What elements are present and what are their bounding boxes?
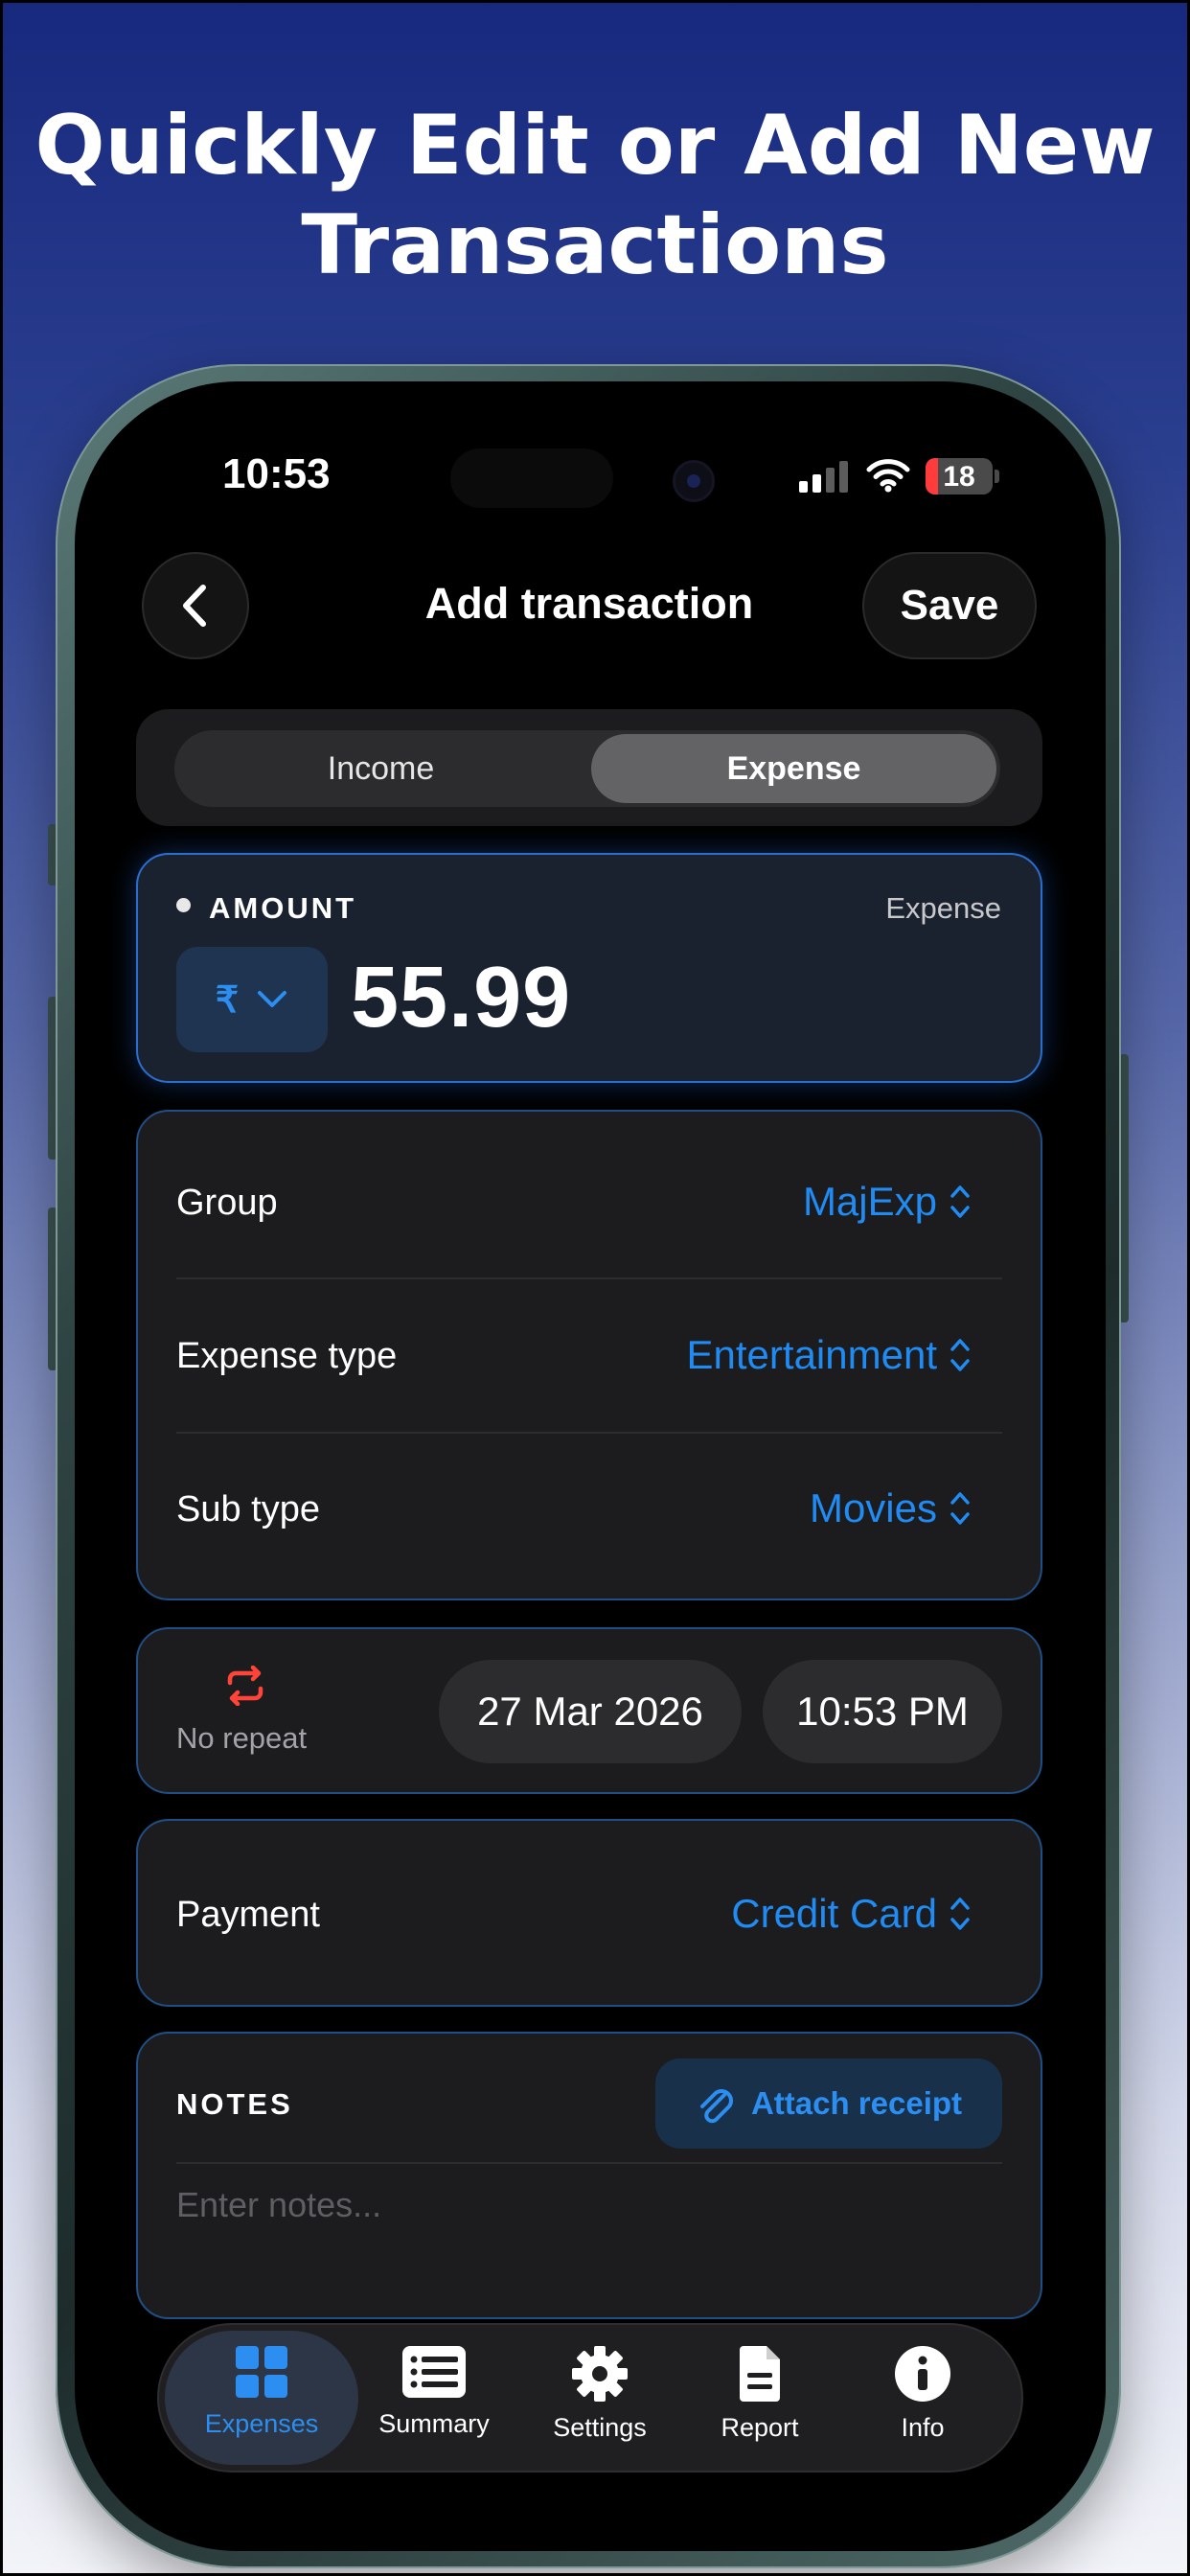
grid-icon xyxy=(236,2346,287,2398)
status-time: 10:53 xyxy=(222,450,331,497)
sub-type-label: Sub type xyxy=(176,1489,320,1530)
repeat-icon xyxy=(227,1666,263,1706)
info-icon xyxy=(895,2346,950,2402)
tab-expenses-label: Expenses xyxy=(204,2409,319,2438)
battery-cap xyxy=(995,470,999,483)
tab-settings[interactable]: Settings xyxy=(518,2344,681,2459)
gear-icon xyxy=(572,2346,628,2402)
segment-income[interactable]: Income xyxy=(178,734,584,803)
battery-level: 18 xyxy=(943,461,975,493)
tab-settings-label: Settings xyxy=(553,2413,647,2442)
attach-receipt-button[interactable]: Attach receipt xyxy=(655,2058,1002,2149)
payment-picker[interactable]: Credit Card xyxy=(731,1891,972,1937)
tab-expenses[interactable]: Expenses xyxy=(180,2344,343,2459)
chevron-left-icon xyxy=(183,585,206,627)
headline: Quickly Edit or Add New Transactions xyxy=(0,96,1190,295)
expense-type-label: Expense type xyxy=(176,1336,398,1376)
list-icon xyxy=(402,2346,466,2398)
expense-type-value: Entertainment xyxy=(686,1332,937,1377)
save-button[interactable]: Save xyxy=(862,552,1037,659)
sub-type-picker[interactable]: Movies xyxy=(810,1485,972,1531)
dynamic-island xyxy=(450,448,613,508)
divider xyxy=(176,1277,1002,1279)
battery-icon: 18 xyxy=(926,458,993,494)
paperclip-icon xyxy=(699,2089,733,2124)
expense-type-picker[interactable]: Entertainment xyxy=(687,1332,972,1378)
notes-input[interactable]: Enter notes... xyxy=(176,2185,1002,2225)
currency-picker[interactable]: ₹ xyxy=(176,947,328,1052)
chevron-up-down-icon xyxy=(950,1185,970,1218)
back-button[interactable] xyxy=(142,552,249,659)
headline-line-1: Quickly Edit or Add New xyxy=(34,98,1156,194)
tab-info[interactable]: Info xyxy=(841,2344,1004,2459)
amount-input[interactable]: 55.99 xyxy=(351,949,571,1047)
tab-report-label: Report xyxy=(721,2413,799,2442)
chevron-up-down-icon xyxy=(950,1898,970,1930)
wifi-icon xyxy=(866,459,910,493)
chevron-up-down-icon xyxy=(950,1339,970,1371)
document-icon xyxy=(740,2346,780,2402)
tab-info-label: Info xyxy=(901,2413,945,2442)
tab-summary-label: Summary xyxy=(378,2409,490,2438)
chevron-up-down-icon xyxy=(950,1492,970,1525)
payment-label: Payment xyxy=(176,1895,320,1935)
amount-type-label: Expense xyxy=(885,891,1001,925)
currency-symbol: ₹ xyxy=(215,979,240,1021)
divider xyxy=(176,1432,1002,1434)
date-picker[interactable]: 27 Mar 2026 xyxy=(439,1660,742,1763)
signal-icon xyxy=(799,460,848,493)
type-segmented-control: Income Expense xyxy=(174,730,1000,807)
chevron-down-icon xyxy=(258,991,287,1007)
amount-dot-icon xyxy=(176,898,191,912)
camera-icon xyxy=(673,460,715,502)
headline-line-2: Transactions xyxy=(301,197,889,293)
group-value: MajExp xyxy=(802,1179,937,1224)
payment-value: Credit Card xyxy=(731,1891,937,1936)
group-picker[interactable]: MajExp xyxy=(803,1179,972,1225)
group-label: Group xyxy=(176,1183,278,1223)
page-title: Add transaction xyxy=(424,579,754,628)
tab-summary[interactable]: Summary xyxy=(353,2344,515,2459)
divider xyxy=(176,2162,1002,2164)
repeat-label: No repeat xyxy=(176,1721,308,1755)
notes-label: NOTES xyxy=(176,2087,293,2121)
amount-label: AMOUNT xyxy=(209,891,357,925)
sub-type-value: Movies xyxy=(809,1485,937,1530)
tab-report[interactable]: Report xyxy=(678,2344,841,2459)
segment-expense[interactable]: Expense xyxy=(591,734,996,803)
attach-receipt-label: Attach receipt xyxy=(750,2085,963,2121)
time-picker[interactable]: 10:53 PM xyxy=(763,1660,1002,1763)
